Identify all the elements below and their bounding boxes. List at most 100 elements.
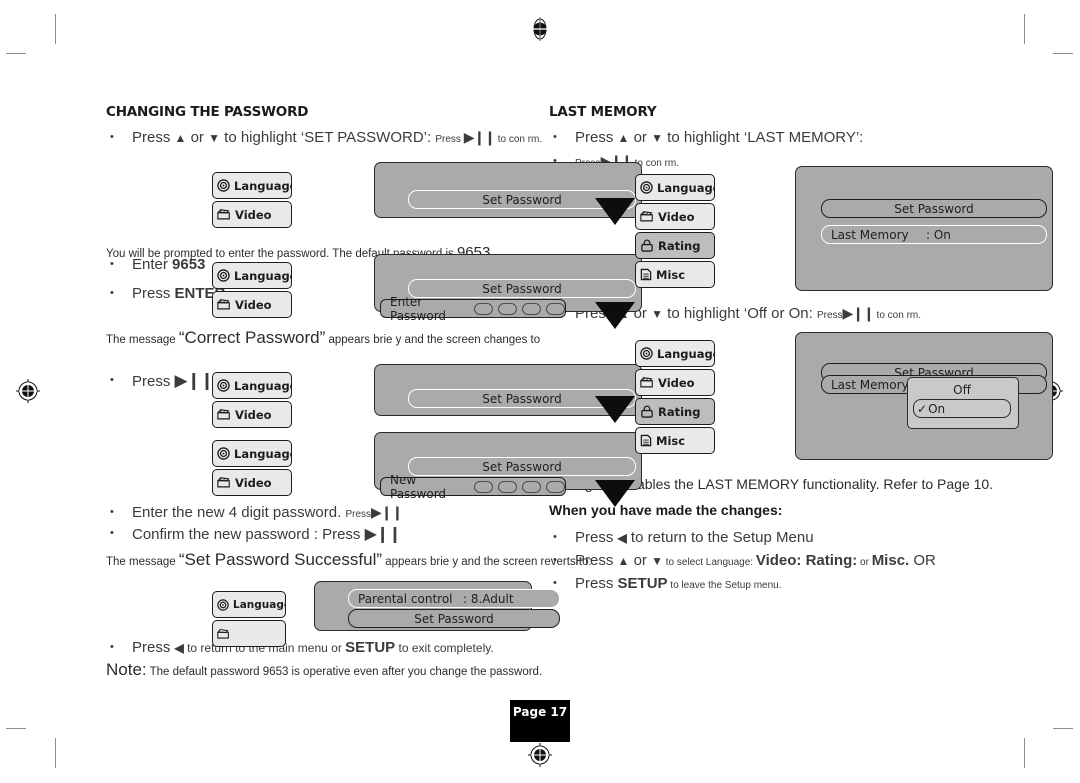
cb1-mid: or bbox=[629, 552, 652, 569]
changes-heading: When you have made the changes: bbox=[549, 502, 783, 518]
crop-mark-bottom-left-vertical bbox=[55, 738, 56, 768]
dropdown-option-on[interactable]: ✓ On bbox=[913, 399, 1011, 418]
password-dots bbox=[474, 302, 565, 315]
bullet-press-playpause: Press ▶❙❙ bbox=[106, 371, 214, 391]
bullet-return-main-menu: Press ◀ to return to the main menu or SE… bbox=[106, 638, 494, 657]
osd-tab-video[interactable]: Video bbox=[212, 291, 292, 318]
crop-mark-bottom-right-horizontal bbox=[1053, 728, 1073, 729]
password-dot bbox=[546, 480, 565, 493]
osd-tab-video-label: Video bbox=[235, 407, 272, 422]
osd-tab-list: Language Video Rating Misc bbox=[635, 340, 715, 456]
osd-tab-video-label: Video bbox=[658, 375, 695, 390]
osd-tab-misc[interactable]: Misc bbox=[635, 261, 715, 288]
dropdown-option-on-label: On bbox=[928, 401, 946, 416]
osd-tab-language-label: Language bbox=[234, 268, 292, 283]
osd-item-set-password-label: Set Password bbox=[482, 391, 562, 406]
bullet-confirm-new-password: Confirm the new password : Press ▶❙❙ bbox=[106, 524, 402, 544]
correct-msg-quote: “Correct Password” bbox=[178, 328, 326, 347]
osd-tab-rating[interactable]: Rating bbox=[635, 232, 715, 259]
note-label: Note: bbox=[106, 660, 147, 679]
play-pause-icon: ▶❙❙ bbox=[463, 130, 496, 146]
osd-tab-video-label: Video bbox=[235, 297, 272, 312]
bullet-press-setup: Press SETUP to leave the Setup menu. bbox=[549, 574, 782, 595]
password-dot bbox=[498, 480, 517, 493]
bullet-text-press: Press bbox=[132, 129, 175, 146]
osd-tab-video[interactable]: Video bbox=[635, 369, 715, 396]
osd-tab-misc[interactable]: Misc bbox=[635, 427, 715, 454]
osd-input-enter-password[interactable]: Enter Password bbox=[380, 295, 566, 323]
play-pause-icon: ▶❙❙ bbox=[842, 306, 875, 322]
osd-tab-video[interactable]: Video bbox=[212, 469, 292, 496]
bullet-enter-new-password: Enter the new 4 digit password. Press▶❙❙ bbox=[106, 503, 403, 524]
bullet-press-label: Press bbox=[132, 285, 175, 302]
osd-tab-language-label: Language bbox=[234, 378, 292, 393]
return-c: to exit completely. bbox=[395, 641, 494, 655]
osd-tab-video[interactable] bbox=[212, 620, 286, 647]
osd-tab-video[interactable]: Video bbox=[635, 203, 715, 230]
cb1-c: or bbox=[857, 557, 872, 568]
osd-tab-language[interactable]: Language bbox=[635, 174, 715, 201]
osd-tab-video-label: Video bbox=[658, 209, 695, 224]
osd-tab-list: Language Video bbox=[212, 440, 292, 498]
crop-mark-bottom-right-vertical bbox=[1024, 738, 1025, 768]
osd-tab-language[interactable]: Language bbox=[212, 440, 292, 467]
osd-item-set-password[interactable]: Set Password bbox=[348, 609, 560, 628]
up-arrow-icon: ▲ bbox=[617, 131, 630, 145]
left-arrow-icon: ◀ bbox=[617, 531, 627, 545]
cb1-b: to select Language: bbox=[662, 557, 756, 568]
osd-item-set-password-label: Set Password bbox=[894, 201, 974, 216]
osd-label-last-memory: Last Memory bbox=[831, 377, 909, 392]
osd-tab-list: Language bbox=[212, 591, 286, 649]
osd-item-last-memory[interactable]: Last Memory : On bbox=[821, 225, 1047, 244]
registration-mark-top bbox=[527, 16, 553, 42]
set-password-successful-message: The message “Set Password Successful” ap… bbox=[106, 550, 592, 570]
osd-menu-final: Language Parental control : 8.Adult Set … bbox=[212, 581, 560, 647]
cb1-d: OR bbox=[909, 552, 936, 569]
osd-item-parental-control-highlighted[interactable]: Parental control : 8.Adult bbox=[348, 589, 560, 608]
osd-tab-list: Language Video Rating Misc bbox=[635, 174, 715, 290]
osd-tab-language[interactable]: Language bbox=[212, 372, 292, 399]
note-text: The default password 9653 is operative e… bbox=[146, 666, 543, 678]
setup-key-label: SETUP bbox=[345, 639, 396, 656]
rb2-post: to highlight ‘Off or On: bbox=[662, 305, 817, 322]
check-icon: ✓ bbox=[917, 401, 928, 416]
password-dots bbox=[474, 480, 565, 493]
dropdown-option-off[interactable]: Off bbox=[932, 381, 992, 398]
osd-tab-language[interactable]: Language bbox=[635, 340, 715, 367]
osd-item-set-password-label: Set Password bbox=[414, 611, 494, 626]
osd-tab-language-label: Language bbox=[234, 446, 292, 461]
cb1-a: Press bbox=[575, 552, 618, 569]
osd-tab-video[interactable]: Video bbox=[212, 201, 292, 228]
osd-tab-misc-label: Misc bbox=[656, 433, 686, 448]
up-arrow-icon: ▲ bbox=[174, 131, 187, 145]
success-msg-quote: “Set Password Successful” bbox=[178, 550, 383, 569]
bullet-text-confirm: to con rm. bbox=[494, 134, 543, 145]
left-arrow-icon: ◀ bbox=[174, 641, 184, 655]
correct-msg-a: The message bbox=[106, 334, 179, 346]
osd-tab-language[interactable]: Language bbox=[212, 591, 286, 618]
bullet-highlight-set-password: Press ▲ or ▼ to highlight ‘SET PASSWORD’… bbox=[106, 128, 542, 149]
page-title-changing-password: CHANGING THE PASSWORD bbox=[106, 104, 309, 120]
osd-tab-language[interactable]: Language bbox=[212, 262, 292, 289]
crop-mark-top-left-vertical bbox=[55, 14, 56, 44]
osd-input-enter-password-label: Enter Password bbox=[390, 294, 447, 323]
osd-tab-rating-label: Rating bbox=[658, 238, 701, 253]
osd-tab-rating[interactable]: Rating bbox=[635, 398, 715, 425]
last-memory-dropdown[interactable]: Off ✓ On bbox=[907, 377, 1019, 429]
osd-tab-language-label: Language bbox=[233, 598, 286, 611]
crop-mark-top-right-vertical bbox=[1024, 14, 1025, 44]
osd-tab-language[interactable]: Language bbox=[212, 172, 292, 199]
registration-mark-bottom bbox=[527, 742, 553, 768]
osd-input-new-password[interactable]: New Password bbox=[380, 473, 566, 501]
setup-key-label: SETUP bbox=[617, 575, 668, 592]
osd-item-set-password-label: Set Password bbox=[482, 281, 562, 296]
osd-item-set-password[interactable]: Set Password bbox=[821, 199, 1047, 218]
osd-label-parental-control: Parental control bbox=[358, 591, 453, 606]
dropdown-option-off-label: Off bbox=[953, 382, 971, 397]
down-arrow-icon: ▼ bbox=[651, 307, 663, 321]
password-dot bbox=[522, 302, 541, 315]
down-arrow-icon: ▼ bbox=[651, 131, 663, 145]
down-triangle-marker bbox=[595, 480, 635, 507]
osd-tab-video[interactable]: Video bbox=[212, 401, 292, 428]
osd-menu-last-memory-on: Language Video Rating Misc Parental cont… bbox=[635, 166, 1053, 291]
